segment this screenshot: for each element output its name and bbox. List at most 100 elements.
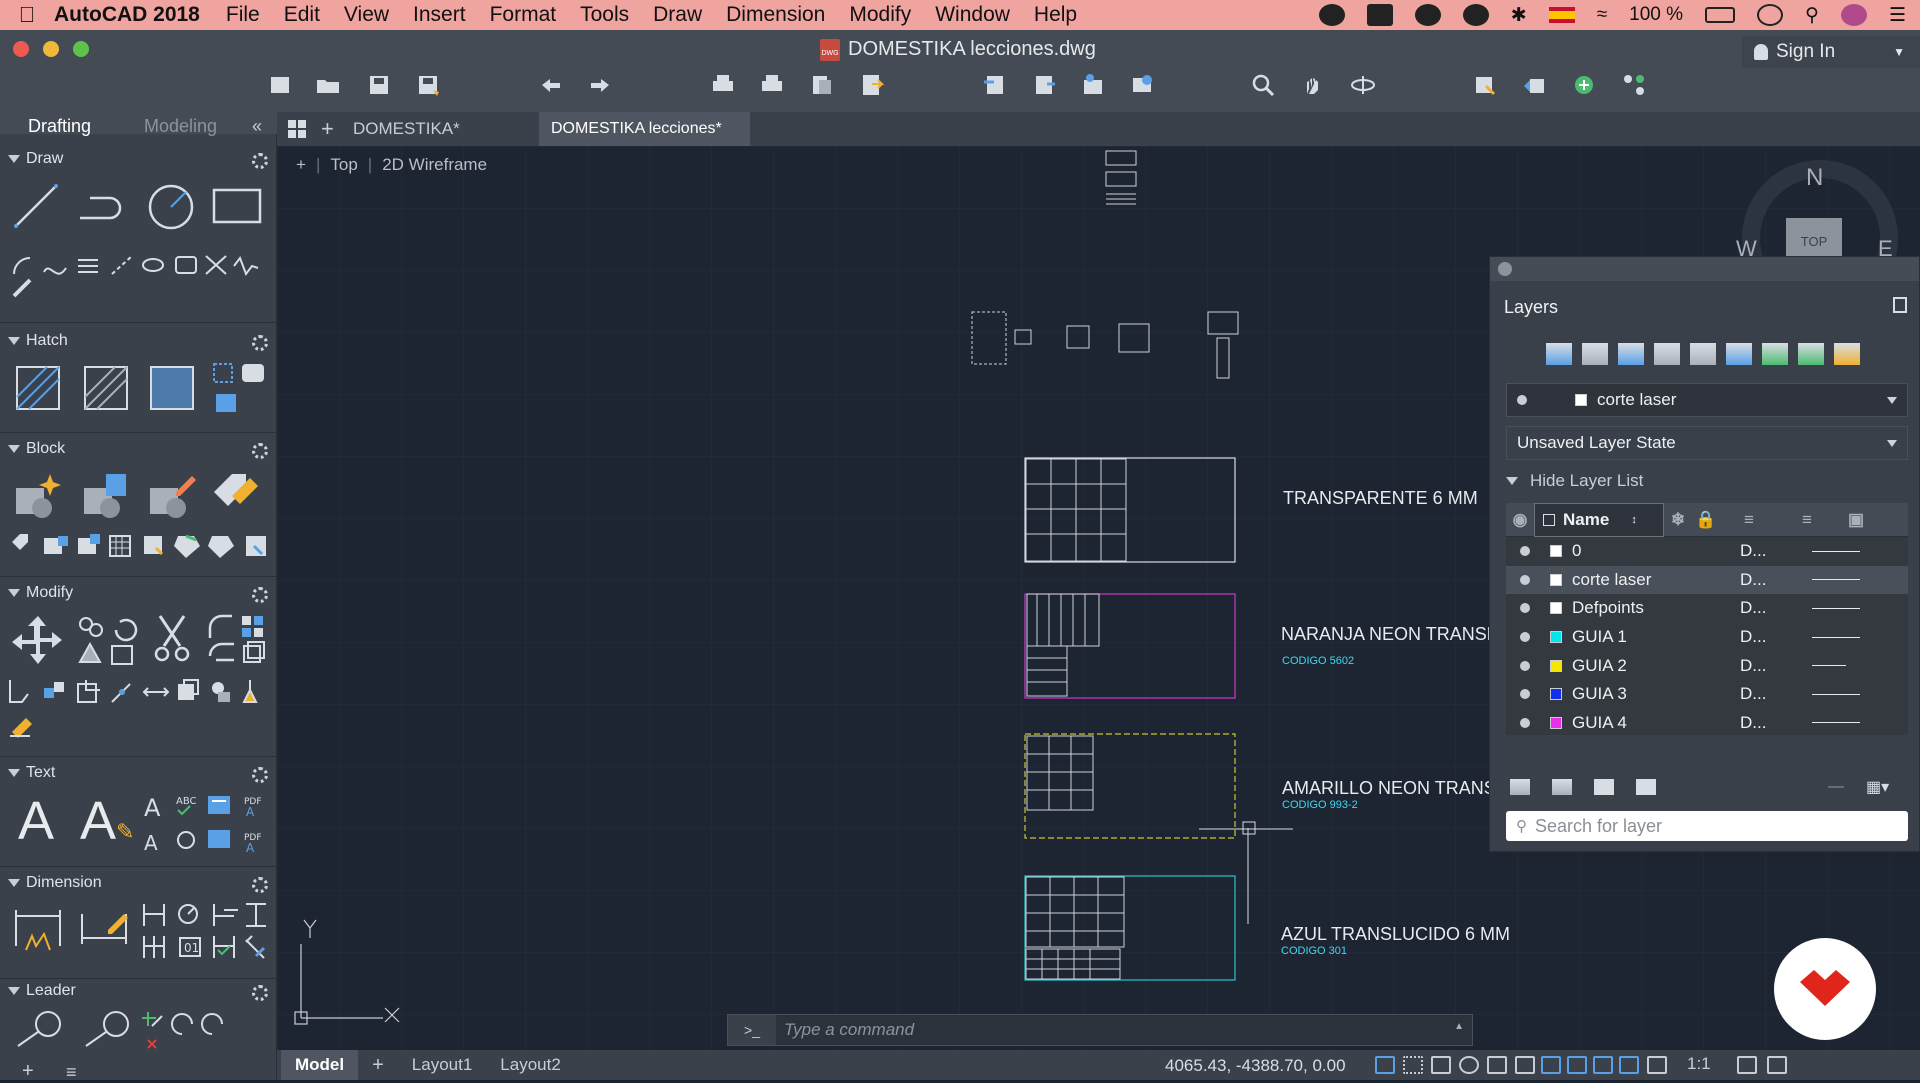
detach-panel-icon[interactable] xyxy=(1893,297,1907,313)
section-modify[interactable]: Modify xyxy=(8,584,73,602)
pan-hand-icon[interactable] xyxy=(1298,70,1328,100)
redo-icon[interactable] xyxy=(585,70,615,100)
color-column-icon[interactable]: ≡ xyxy=(1720,510,1778,530)
single-line-text-icon[interactable]: A✎ xyxy=(80,794,134,859)
new-layer-vp-icon[interactable] xyxy=(1552,779,1572,795)
battery-icon[interactable] xyxy=(1705,7,1736,23)
publish-icon[interactable] xyxy=(807,70,837,100)
add-layout-icon[interactable]: + xyxy=(358,1050,398,1080)
spain-flag-icon[interactable] xyxy=(1548,7,1575,23)
delete-layer-icon[interactable]: — xyxy=(1828,778,1844,796)
gear-icon[interactable] xyxy=(252,153,268,169)
customization-icon[interactable] xyxy=(1767,1056,1787,1074)
user-avatar-icon[interactable] xyxy=(1840,4,1867,26)
gradient-hatch-icon[interactable] xyxy=(82,364,130,412)
sign-in-button[interactable]: Sign In ▼ xyxy=(1742,36,1920,68)
clock-icon[interactable] xyxy=(1757,4,1784,26)
section-leader[interactable]: Leader xyxy=(8,982,76,1000)
layer-unlock-icon[interactable] xyxy=(1834,343,1860,365)
polar-toggle-icon[interactable] xyxy=(1459,1056,1479,1074)
app-status-icon[interactable] xyxy=(1366,4,1393,26)
annotation-scale[interactable]: 1:1 xyxy=(1687,1054,1711,1074)
add-leader-icon[interactable] xyxy=(82,1008,134,1050)
layer-on-icon[interactable] xyxy=(1520,574,1530,585)
apple-icon[interactable]:  xyxy=(0,2,54,28)
batch-plot-icon[interactable] xyxy=(757,70,787,100)
fillet-array-row[interactable] xyxy=(206,612,272,668)
section-draw[interactable]: Draw xyxy=(8,150,63,168)
layer-row-corte-laser[interactable]: corte laser D... xyxy=(1506,565,1908,595)
section-dimension[interactable]: Dimension xyxy=(8,874,102,892)
visual-style-control[interactable]: 2D Wireframe xyxy=(382,155,487,175)
new-file-icon[interactable] xyxy=(265,70,295,100)
layer-color-swatch[interactable] xyxy=(1550,573,1562,586)
command-input[interactable]: Type a command xyxy=(776,1020,914,1040)
selection-cycling-toggle-icon[interactable] xyxy=(1567,1056,1587,1074)
columns-menu-icon[interactable]: ▦▾ xyxy=(1866,777,1889,797)
new-layer-icon[interactable] xyxy=(1510,779,1530,795)
region-tool-icon[interactable] xyxy=(212,362,268,418)
multiline-text-icon[interactable]: A xyxy=(18,794,54,848)
app-name-menu[interactable]: AutoCAD 2018 xyxy=(54,3,200,27)
attach-icon[interactable] xyxy=(1078,70,1108,100)
layer-on-icon[interactable] xyxy=(1520,632,1530,643)
copy-rotate-row[interactable] xyxy=(76,614,146,668)
viewcube-north[interactable]: N xyxy=(1806,164,1823,192)
workspace-switch-icon[interactable] xyxy=(1737,1056,1757,1074)
layer-unisolate-icon[interactable] xyxy=(1618,343,1644,365)
layer-on-icon[interactable] xyxy=(1520,660,1530,671)
isodraft-toggle-icon[interactable] xyxy=(1487,1056,1507,1074)
menu-dimension[interactable]: Dimension xyxy=(726,3,825,27)
layer-isolate-icon[interactable] xyxy=(1582,343,1608,365)
new-property-filter-icon[interactable] xyxy=(1636,779,1656,795)
section-text[interactable]: Text xyxy=(8,764,55,782)
layer-color-swatch[interactable] xyxy=(1550,716,1562,729)
menu-tools[interactable]: Tools xyxy=(580,3,629,27)
layer-color-swatch[interactable] xyxy=(1550,631,1562,644)
layer-row-guia-4[interactable]: GUIA 4 D... xyxy=(1506,709,1908,738)
modify-small-tools-row[interactable] xyxy=(8,676,272,738)
save-as-icon[interactable] xyxy=(413,70,443,100)
gear-icon[interactable] xyxy=(252,985,268,1001)
text-small-tools-grid[interactable]: A ABC PDF A A PDF A xyxy=(140,792,270,856)
layer-row-guia-2[interactable]: GUIA 2 D... xyxy=(1506,651,1908,680)
insert-block-icon[interactable] xyxy=(12,470,64,522)
rectangle-tool-icon[interactable] xyxy=(211,186,263,226)
file-tab-domestika-lecciones[interactable]: DOMESTIKA lecciones* xyxy=(539,112,750,146)
menu-format[interactable]: Format xyxy=(490,3,557,27)
circle-tool-icon[interactable] xyxy=(146,182,196,232)
layer-off-icon[interactable] xyxy=(1654,343,1680,365)
tab-modeling[interactable]: Modeling xyxy=(144,116,217,137)
creative-cloud-icon[interactable] xyxy=(1462,4,1489,26)
edit-attributes-icon[interactable] xyxy=(210,470,264,522)
layer-state-dropdown[interactable]: Unsaved Layer State xyxy=(1506,426,1908,460)
layer-on-icon[interactable] xyxy=(1762,343,1788,365)
ortho-toggle-icon[interactable] xyxy=(1431,1056,1451,1074)
bluetooth-icon[interactable]: ✱ xyxy=(1511,4,1527,27)
layer-lock-icon[interactable] xyxy=(1798,343,1824,365)
plot-icon[interactable] xyxy=(708,70,738,100)
layer-walk-icon[interactable] xyxy=(1726,343,1752,365)
tab-model[interactable]: Model xyxy=(281,1050,359,1080)
lock-column-icon[interactable]: 🔒 xyxy=(1692,510,1720,530)
export-icon[interactable] xyxy=(856,70,886,100)
draw-small-tools-row[interactable] xyxy=(8,246,270,302)
gear-icon[interactable] xyxy=(252,767,268,783)
command-line[interactable]: >_ Type a command ▲ xyxy=(727,1014,1473,1046)
zoom-icon[interactable] xyxy=(1248,70,1278,100)
open-file-icon[interactable] xyxy=(313,70,343,100)
polyline-tool-icon[interactable] xyxy=(78,190,132,226)
tab-layout2[interactable]: Layout2 xyxy=(486,1050,575,1080)
layer-row-0[interactable]: 0 D... xyxy=(1506,537,1908,566)
layer-search-field[interactable]: ⚲ Search for layer xyxy=(1506,811,1908,841)
web-mobile-icon[interactable] xyxy=(1127,70,1157,100)
lineweight-toggle-icon[interactable] xyxy=(1515,1056,1535,1074)
layer-row-guia-3[interactable]: GUIA 3 D... xyxy=(1506,680,1908,709)
layer-on-icon[interactable] xyxy=(1520,603,1530,614)
layer-color-swatch[interactable] xyxy=(1550,659,1562,672)
leader-small-tools-row[interactable] xyxy=(142,1008,270,1050)
collapse-palette-icon[interactable]: « xyxy=(252,116,262,137)
menu-view[interactable]: View xyxy=(344,3,389,27)
name-column-header[interactable]: Name ↕ xyxy=(1534,502,1664,537)
snap-toggle-icon[interactable] xyxy=(1403,1056,1423,1074)
